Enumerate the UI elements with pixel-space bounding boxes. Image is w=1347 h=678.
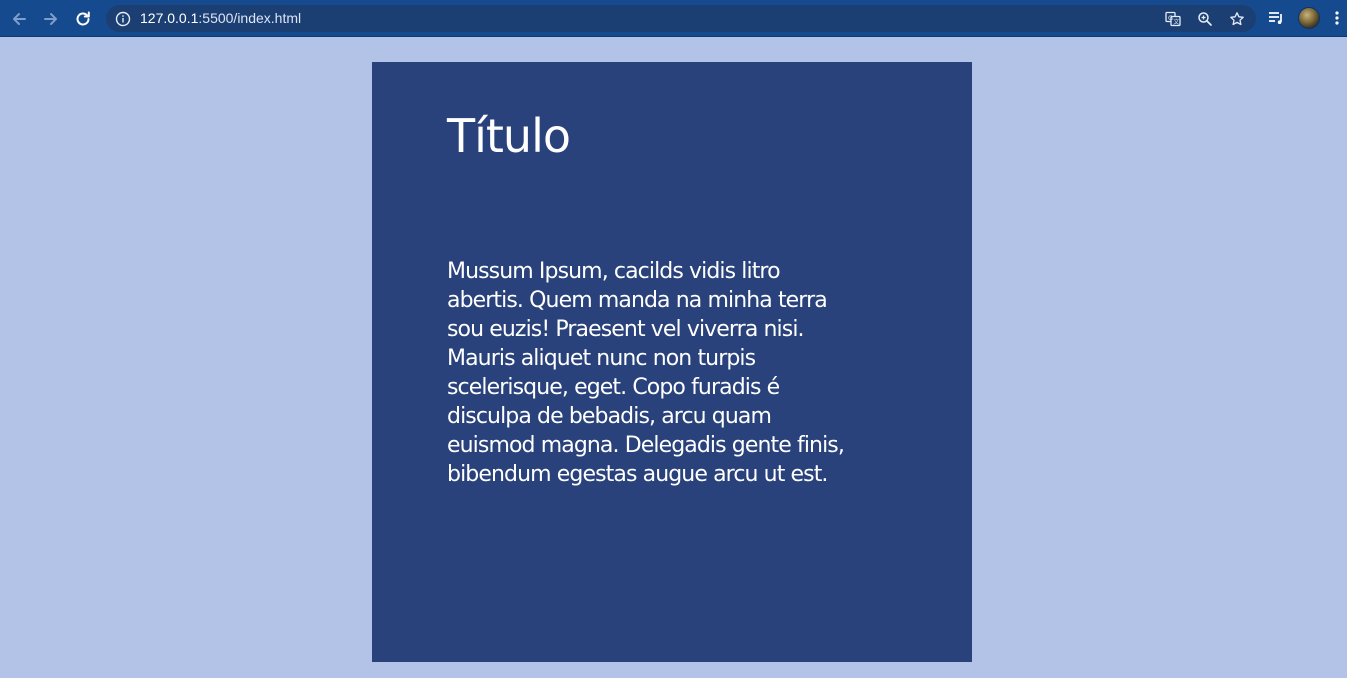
info-icon[interactable] xyxy=(115,11,131,27)
body-line: sou euzis! Praesent vel viverra nisi. xyxy=(447,317,805,342)
forward-button[interactable] xyxy=(38,6,64,32)
browser-toolbar: 127.0.0.1:5500/index.html G 文 xyxy=(0,0,1347,37)
body-line: euismod magna. Delegadis gente finis, xyxy=(447,433,845,458)
body-line: Mauris aliquet nunc non turpis xyxy=(447,346,756,371)
zoom-icon[interactable] xyxy=(1196,10,1214,28)
body-line: scelerisque, eget. Copo furadis é xyxy=(447,375,780,400)
body-line: bibendum egestas augue arcu ut est. xyxy=(447,462,828,487)
svg-text:文: 文 xyxy=(1173,18,1179,26)
url-text: 127.0.0.1:5500/index.html xyxy=(140,10,301,27)
translate-icon[interactable]: G 文 xyxy=(1164,10,1182,28)
body-line: abertis. Quem manda na minha terra xyxy=(447,288,828,313)
url-host: 127.0.0.1 xyxy=(140,10,199,26)
playlist-icon[interactable] xyxy=(1265,7,1287,29)
arrow-right-icon xyxy=(42,10,60,28)
address-bar[interactable]: 127.0.0.1:5500/index.html G 文 xyxy=(106,5,1256,32)
back-button[interactable] xyxy=(6,6,32,32)
body-line: Mussum Ipsum, cacilds vidis litro xyxy=(447,259,781,284)
content-card: Título Mussum Ipsum, cacilds vidis litro… xyxy=(372,62,972,662)
avatar[interactable] xyxy=(1298,7,1320,29)
card-body-text: Mussum Ipsum, cacilds vidis litro aberti… xyxy=(447,257,892,489)
star-icon[interactable] xyxy=(1228,10,1246,28)
reload-icon xyxy=(74,10,92,28)
arrow-left-icon xyxy=(10,10,28,28)
body-line: disculpa de bebadis, arcu quam xyxy=(447,404,772,429)
reload-button[interactable] xyxy=(70,6,96,32)
url-path: :5500/index.html xyxy=(198,10,302,26)
kebab-menu-icon[interactable] xyxy=(1330,7,1344,29)
page-title: Título xyxy=(447,109,571,163)
